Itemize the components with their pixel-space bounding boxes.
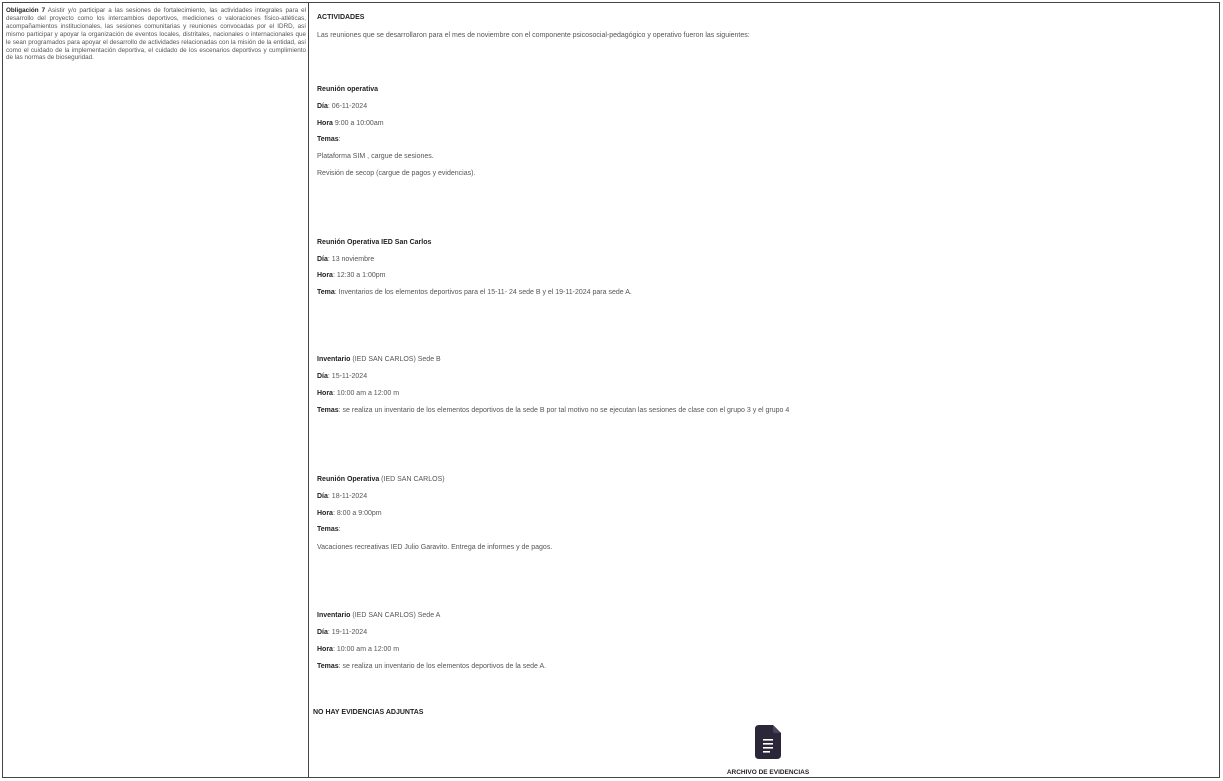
meeting-title-text: Inventario	[317, 356, 351, 363]
topics-label: Temas	[317, 526, 339, 533]
topics-label: Temas	[317, 407, 339, 414]
meeting-4-title: Reunión Operativa (IED SAN CARLOS)	[317, 475, 445, 484]
meeting-3-title: Inventario (IED SAN CARLOS) Sede B	[317, 355, 441, 364]
topics-label: Temas	[317, 136, 339, 143]
file-document-icon[interactable]	[755, 725, 781, 759]
day-label: Día	[317, 103, 328, 110]
day-label: Día	[317, 493, 328, 500]
meeting-1-topics: Temas:	[317, 135, 341, 144]
meeting-2-hour: Hora: 12:30 a 1:00pm	[317, 271, 386, 280]
meeting-4-topics: Temas:	[317, 525, 341, 534]
day-label: Día	[317, 629, 328, 636]
hour-label: Hora	[317, 272, 333, 279]
meeting-4-hour: Hora: 8:00 a 9:00pm	[317, 509, 382, 518]
report-table: Obligación 7 Asistir y/o participar a la…	[2, 2, 1220, 778]
obligation-description: Obligación 7 Asistir y/o participar a la…	[6, 7, 306, 62]
activities-intro: Las reuniones que se desarrollaron para …	[317, 32, 750, 39]
meeting-1-hour: Hora 9:00 a 10:00am	[317, 119, 384, 128]
topics-value: :	[338, 526, 341, 533]
meeting-3-hour: Hora: 10:00 am a 12:00 m	[317, 389, 399, 398]
meeting-2-topics: Tema: Inventarios de los elementos depor…	[317, 288, 632, 297]
no-evidence-notice: NO HAY EVIDENCIAS ADJUNTAS	[313, 709, 424, 716]
meeting-1-line-2: Revisión de secop (cargue de pagos y evi…	[317, 170, 476, 177]
meeting-title-text: Reunión Operativa IED San Carlos	[317, 239, 432, 246]
meeting-title-suffix: (IED SAN CARLOS) Sede A	[350, 612, 441, 619]
day-value: : 19-11-2024	[327, 629, 368, 636]
meeting-1-day: Día: 06-11-2024	[317, 102, 367, 111]
hour-label: Hora	[317, 646, 333, 653]
topics-value: : se realiza un inventario de los elemen…	[338, 407, 790, 414]
hour-label: Hora	[317, 390, 333, 397]
hour-value: 9:00 a 10:00am	[332, 120, 384, 127]
activities-heading: ACTIVIDADES	[317, 14, 365, 21]
activities-cell: ACTIVIDADES Las reuniones que se desarro…	[310, 3, 1219, 777]
meeting-5-hour: Hora: 10:00 am a 12:00 m	[317, 645, 399, 654]
meeting-3-topics: Temas: se realiza un inventario de los e…	[317, 406, 789, 415]
meeting-5-title: Inventario (IED SAN CARLOS) Sede A	[317, 611, 440, 620]
meeting-title-text: Reunión operativa	[317, 86, 379, 93]
meeting-1-title: Reunión operativa	[317, 85, 378, 94]
topics-value: :	[338, 136, 341, 143]
meeting-3-day: Día: 15-11-2024	[317, 372, 367, 381]
hour-label: Hora	[317, 510, 333, 517]
day-value: : 06-11-2024	[327, 103, 368, 110]
topics-label: Tema	[317, 289, 335, 296]
meeting-4-line-1: Vacaciones recreativas IED Julio Garavit…	[317, 544, 553, 551]
meeting-title-text: Reunión Operativa	[317, 476, 380, 483]
meeting-title-text: Inventario	[317, 612, 351, 619]
day-value: : 13 noviembre	[327, 256, 375, 263]
hour-value: : 10:00 am a 12:00 m	[332, 646, 400, 653]
evidence-file-link[interactable]: ARCHIVO DE EVIDENCIAS	[708, 769, 828, 776]
meeting-title-suffix: (IED SAN CARLOS) Sede B	[350, 356, 441, 363]
obligation-label: Obligación 7	[6, 7, 46, 14]
topics-label: Temas	[317, 663, 339, 670]
topics-value: : se realiza un inventario de los elemen…	[338, 663, 547, 670]
day-label: Día	[317, 256, 328, 263]
obligation-cell: Obligación 7 Asistir y/o participar a la…	[3, 3, 309, 777]
meeting-5-topics: Temas: se realiza un inventario de los e…	[317, 662, 546, 671]
meeting-title-suffix: (IED SAN CARLOS)	[379, 476, 445, 483]
meeting-2-day: Día: 13 noviembre	[317, 255, 374, 264]
day-value: : 15-11-2024	[327, 373, 368, 380]
hour-value: : 8:00 a 9:00pm	[332, 510, 382, 517]
meeting-2-title: Reunión Operativa IED San Carlos	[317, 238, 431, 247]
hour-label: Hora	[317, 120, 333, 127]
day-label: Día	[317, 373, 328, 380]
topics-value: : Inventarios de los elementos deportivo…	[334, 289, 632, 296]
hour-value: : 10:00 am a 12:00 m	[332, 390, 400, 397]
obligation-text: Asistir y/o participar a las sesiones de…	[6, 7, 306, 62]
meeting-5-day: Día: 19-11-2024	[317, 628, 367, 637]
meeting-4-day: Día: 18-11-2024	[317, 492, 367, 501]
meeting-1-line-1: Plataforma SIM , cargue de sesiones.	[317, 153, 434, 160]
day-value: : 18-11-2024	[327, 493, 368, 500]
hour-value: : 12:30 a 1:00pm	[332, 272, 386, 279]
